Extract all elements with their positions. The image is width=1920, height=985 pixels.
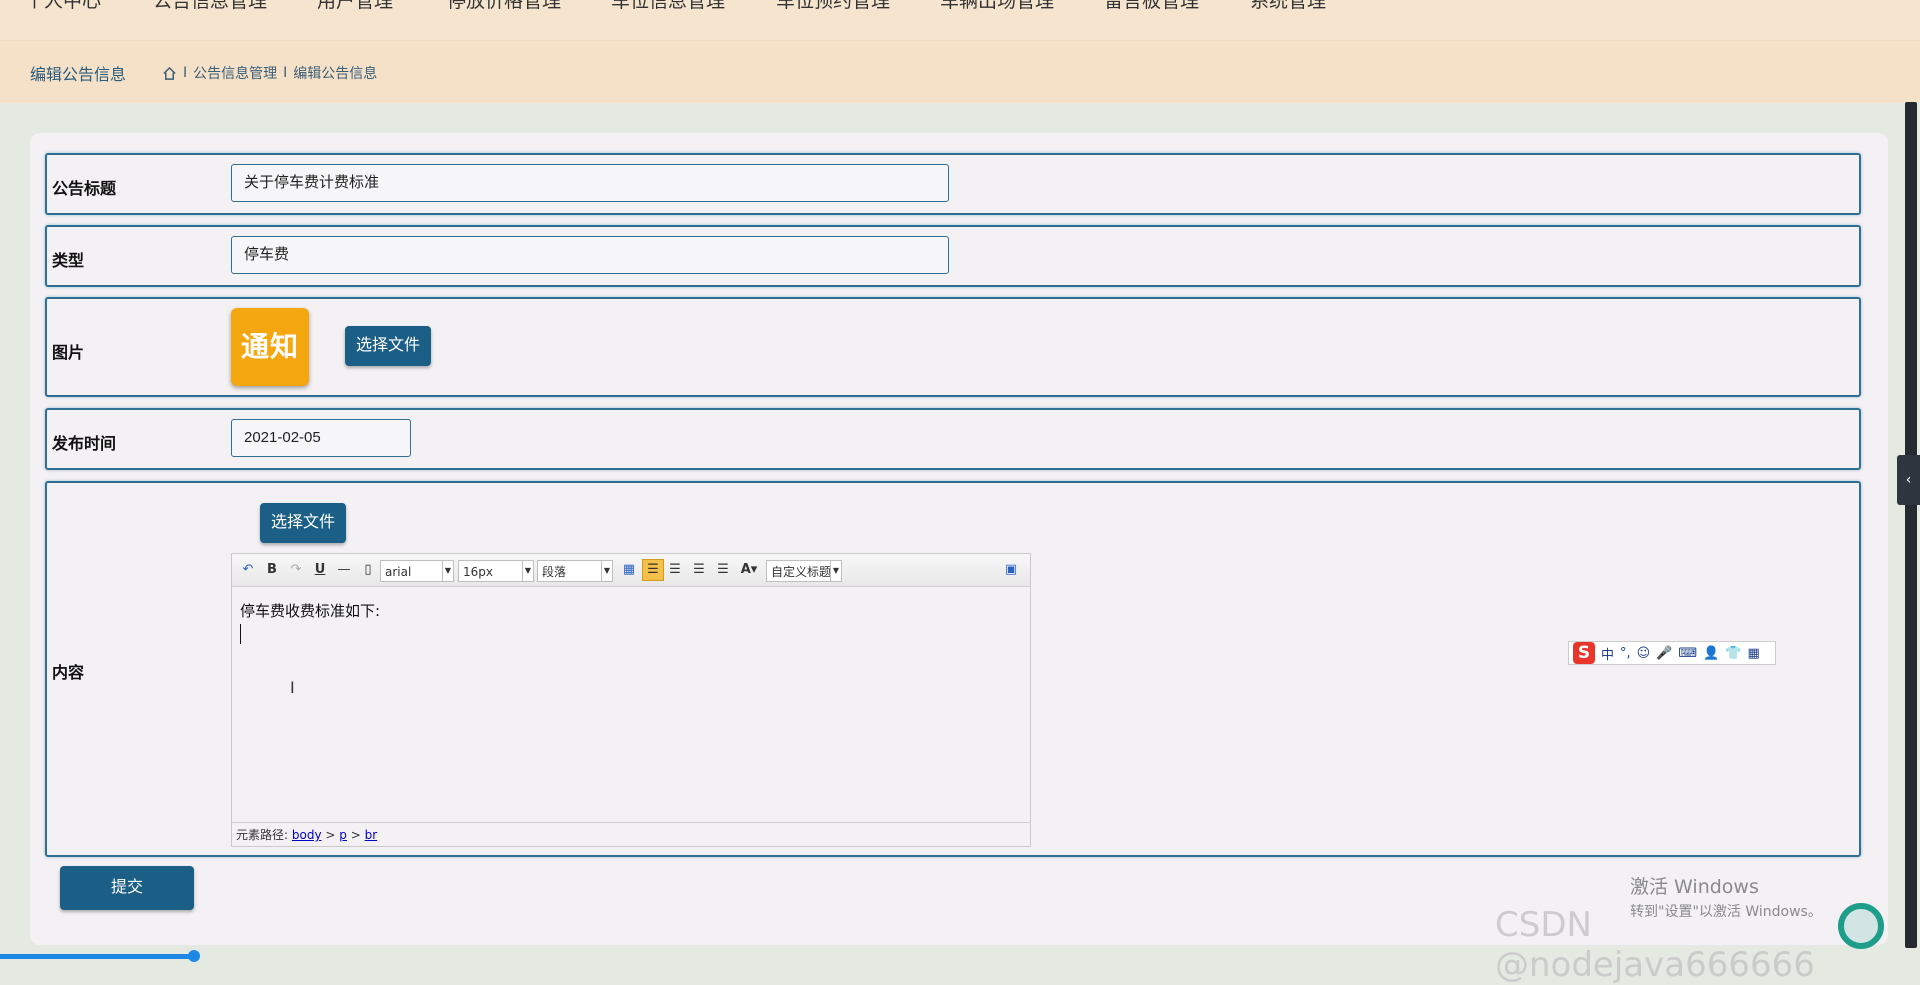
home-icon[interactable]: [162, 66, 177, 81]
fullscreen-icon[interactable]: ▣: [1002, 560, 1020, 580]
rich-text-editor[interactable]: ↶ B ↷ U — ▯ arial ▼ 16px ▼ 段落 ▼ ▦ ☰ ☰ ☰ …: [231, 553, 1031, 847]
type-input[interactable]: 停车费: [231, 236, 949, 274]
element-path-label: 元素路径:: [236, 828, 289, 842]
nav-item-reservation[interactable]: 车位预约管理: [776, 0, 890, 13]
scrollbar-thumb[interactable]: [1905, 102, 1917, 948]
logo-icon: [1838, 903, 1884, 949]
type-label: 类型: [52, 253, 85, 270]
keyboard-icon[interactable]: ⌨: [1678, 646, 1697, 661]
paragraph-value: 段落: [542, 565, 567, 579]
font-size-value: 16px: [463, 565, 493, 579]
font-color-button[interactable]: A▾: [738, 560, 760, 580]
breadcrumb-separator: I: [283, 65, 288, 81]
nav-item-message-board[interactable]: 留言板管理: [1104, 0, 1199, 13]
user-icon[interactable]: 👤: [1703, 646, 1719, 661]
progress-knob[interactable]: [188, 950, 200, 962]
text-caret: [240, 624, 241, 644]
element-path-separator: >: [325, 828, 336, 842]
punctuation-icon[interactable]: °,: [1620, 646, 1631, 661]
font-family-value: arial: [385, 565, 412, 579]
sogou-logo-icon[interactable]: S: [1573, 642, 1595, 664]
font-color-label: A: [740, 562, 751, 577]
nav-item-exit[interactable]: 车辆出场管理: [940, 0, 1054, 13]
microphone-icon[interactable]: 🎤: [1656, 646, 1672, 661]
ime-lang-toggle[interactable]: 中: [1601, 644, 1614, 663]
element-path-br[interactable]: br: [365, 828, 378, 842]
form-row-title: 公告标题 关于停车费计费标准: [45, 153, 1861, 215]
breadcrumb: I 公告信息管理 I 编辑公告信息: [162, 63, 377, 83]
nav-item-system[interactable]: 系统管理: [1250, 0, 1326, 13]
editor-toolbar: ↶ B ↷ U — ▯ arial ▼ 16px ▼ 段落 ▼ ▦ ☰ ☰ ☰ …: [232, 554, 1030, 587]
horizontal-rule-icon[interactable]: —: [336, 560, 352, 580]
breadcrumb-separator: I: [183, 65, 188, 81]
title-input[interactable]: 关于停车费计费标准: [231, 164, 949, 202]
editor-content[interactable]: 停车费收费标准如下:: [240, 600, 380, 621]
bold-button[interactable]: B: [264, 560, 280, 580]
underline-button[interactable]: U: [312, 560, 328, 580]
breadcrumb-notice-management[interactable]: 公告信息管理: [193, 63, 277, 83]
time-label: 发布时间: [52, 436, 117, 453]
page-title: 编辑公告信息: [30, 65, 127, 84]
windows-activation-title: 激活 Windows: [1630, 876, 1759, 898]
chevron-down-icon: ▼: [601, 561, 612, 581]
submit-button[interactable]: 提交: [60, 866, 194, 910]
skin-icon[interactable]: 👕: [1725, 646, 1741, 661]
align-center-icon[interactable]: ☰: [690, 560, 708, 580]
undo-icon[interactable]: ↶: [240, 560, 256, 580]
element-path-body[interactable]: body: [292, 828, 322, 842]
top-nav: 个人中心 公告信息管理 用户管理 停放价格管理 车位信息管理 车位预约管理 车辆…: [0, 0, 1920, 40]
custom-title-select[interactable]: 自定义标题 ▼: [766, 560, 842, 582]
text-cursor-icon: I: [290, 678, 295, 697]
align-right-icon[interactable]: ☰: [666, 560, 684, 580]
element-path-separator: >: [350, 828, 361, 842]
nav-item-personal-center[interactable]: 个人中心: [25, 0, 101, 13]
breadcrumb-bar: 编辑公告信息 I 公告信息管理 I 编辑公告信息: [0, 40, 1920, 103]
publish-time-input[interactable]: 2021-02-05: [231, 419, 411, 457]
image-label: 图片: [52, 345, 85, 362]
document-icon[interactable]: ▯: [360, 560, 376, 580]
breadcrumb-edit-notice: 编辑公告信息: [293, 66, 378, 82]
editor-element-path: 元素路径: body > p > br: [232, 822, 1030, 846]
chevron-left-icon[interactable]: ‹: [1897, 455, 1920, 505]
font-size-select[interactable]: 16px ▼: [458, 560, 534, 582]
chevron-down-icon: ▼: [522, 561, 533, 581]
custom-title-value: 自定义标题: [771, 565, 832, 579]
align-justify-icon[interactable]: ☰: [714, 560, 732, 580]
nav-item-space-info[interactable]: 车位信息管理: [611, 0, 725, 13]
nav-item-price[interactable]: 停放价格管理: [447, 0, 561, 13]
font-family-select[interactable]: arial ▼: [380, 560, 454, 582]
title-label: 公告标题: [52, 181, 117, 198]
video-progress-bar[interactable]: [0, 954, 196, 959]
align-left-icon[interactable]: ☰: [642, 559, 664, 581]
form-row-time: 发布时间 2021-02-05: [45, 408, 1861, 470]
ime-toolbar[interactable]: S 中 °, ☺ 🎤 ⌨ 👤 👕 ▦: [1568, 641, 1776, 665]
nav-item-notice[interactable]: 公告信息管理: [153, 0, 267, 13]
redo-icon[interactable]: ↷: [288, 560, 304, 580]
choose-file-button[interactable]: 选择文件: [345, 326, 431, 366]
form-row-type: 类型 停车费: [45, 225, 1861, 287]
form-row-content: 内容 选择文件 ↶ B ↷ U — ▯ arial ▼ 16px ▼ 段落 ▼ …: [45, 481, 1861, 857]
grid-menu-icon[interactable]: ▦: [1748, 646, 1760, 661]
content-label: 内容: [52, 665, 85, 682]
paragraph-select[interactable]: 段落 ▼: [537, 560, 613, 582]
notice-image: 通知: [231, 308, 309, 386]
nav-item-users[interactable]: 用户管理: [317, 0, 393, 13]
form-row-image: 图片 通知 选择文件: [45, 297, 1861, 397]
chevron-down-icon: ▼: [830, 561, 841, 581]
content-choose-file-button[interactable]: 选择文件: [260, 503, 346, 543]
emoji-icon[interactable]: ☺: [1637, 646, 1651, 661]
table-icon[interactable]: ▦: [620, 560, 638, 580]
chevron-down-icon: ▼: [442, 561, 453, 581]
element-path-p[interactable]: p: [339, 828, 347, 842]
